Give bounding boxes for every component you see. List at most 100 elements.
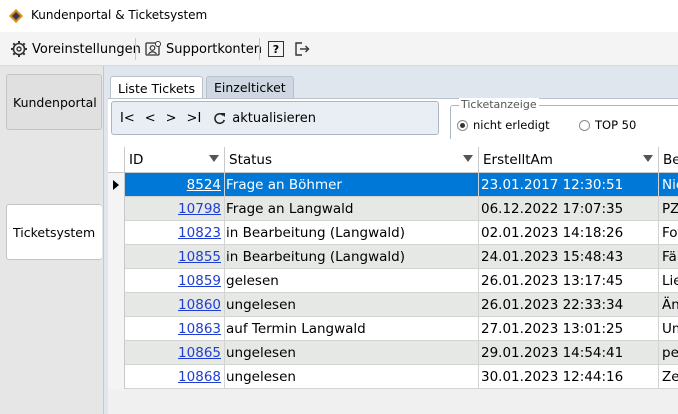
first-record-button[interactable]: I< — [120, 111, 135, 126]
sidebar: Kundenportal Ticketsystem — [0, 66, 104, 414]
refresh-icon — [214, 112, 226, 124]
created-cell: 27.01.2023 13:01:25 — [479, 317, 659, 341]
ticket-id-link[interactable]: 10863 — [178, 321, 221, 337]
table-row[interactable]: 10859 gelesen 26.01.2023 13:17:45 Lie — [125, 269, 678, 293]
ticket-id-link[interactable]: 10868 — [178, 369, 221, 385]
bet-cell: Fot — [659, 221, 678, 245]
ticket-id-link[interactable]: 10860 — [178, 297, 221, 313]
ticket-id-link[interactable]: 10823 — [178, 225, 221, 241]
current-row-pointer-icon — [113, 180, 119, 190]
radio-selected-icon — [457, 119, 468, 131]
logout-icon — [295, 42, 310, 56]
tab-liste-tickets[interactable]: Liste Tickets — [110, 76, 204, 99]
settings-button[interactable]: Voreinstellungen — [8, 36, 143, 62]
table-row[interactable]: 10823 in Bearbeitung (Langwald) 02.01.20… — [125, 221, 678, 245]
sidebar-item-label: Ticketsystem — [13, 224, 96, 240]
table-row[interactable]: 10865 ungelesen 29.01.2023 14:54:41 per — [125, 341, 678, 365]
column-header-erstelltam[interactable]: ErstelltAm — [479, 147, 659, 173]
app-window: Kundenportal & Ticketsystem Voreinstellu… — [0, 0, 678, 414]
toolbar-divider — [135, 38, 136, 60]
table-row[interactable]: 10860 ungelesen 26.01.2023 22:33:34 Äne — [125, 293, 678, 317]
next-record-button[interactable]: > — [166, 111, 177, 126]
logout-button[interactable] — [291, 36, 313, 62]
created-cell: 29.01.2023 14:54:41 — [479, 341, 659, 365]
sidebar-item-kundenportal[interactable]: Kundenportal — [6, 74, 102, 130]
support-accounts-icon — [145, 41, 161, 56]
ticket-table: ID Status ErstelltAm Bet — [108, 147, 678, 414]
table-row[interactable]: 10855 in Bearbeitung (Langwald) 24.01.20… — [125, 245, 678, 269]
table-row[interactable]: 10798 Frage an Langwald 06.12.2022 17:07… — [125, 197, 678, 221]
tab-einzelticket[interactable]: Einzelticket — [206, 76, 294, 98]
radio-nicht-erledigt[interactable]: nicht erledigt — [457, 118, 550, 132]
bet-cell: Fäll — [659, 245, 678, 269]
row-header-corner — [108, 147, 125, 173]
ticketanzeige-group: Ticketanzeige nicht erledigt TOP 50 — [450, 98, 678, 139]
status-cell: gelesen — [225, 269, 479, 293]
toolbar: Voreinstellungen Supportkonten ? — [0, 32, 678, 66]
status-cell: in Bearbeitung (Langwald) — [225, 221, 479, 245]
created-cell: 26.01.2023 22:33:34 — [479, 293, 659, 317]
created-cell: 02.01.2023 14:18:26 — [479, 221, 659, 245]
created-cell: 23.01.2017 12:30:51 — [479, 173, 659, 197]
help-icon: ? — [268, 41, 284, 57]
tab-panel: I< < > >I aktualisieren Ticketanzeige ni… — [108, 98, 678, 414]
tab-strip: Liste Tickets Einzelticket — [110, 76, 294, 99]
column-header-id[interactable]: ID — [125, 147, 225, 173]
toolbar-divider — [259, 38, 260, 60]
created-cell: 30.01.2023 12:44:16 — [479, 365, 659, 389]
ticket-id-link[interactable]: 8524 — [187, 177, 221, 193]
table-header: ID Status ErstelltAm Bet — [108, 147, 678, 173]
filter-icon[interactable] — [643, 155, 653, 162]
window-title: Kundenportal & Ticketsystem — [31, 8, 208, 22]
bet-cell: PZl — [659, 197, 678, 221]
column-header-status[interactable]: Status — [225, 147, 479, 173]
ticket-id-link[interactable]: 10865 — [178, 345, 221, 361]
status-cell: Frage an Langwald — [225, 197, 479, 221]
status-cell: ungelesen — [225, 365, 479, 389]
radio-top-50[interactable]: TOP 50 — [579, 118, 636, 132]
prev-record-button[interactable]: < — [145, 111, 156, 126]
sidebar-item-ticketsystem[interactable]: Ticketsystem — [6, 204, 102, 260]
row-header-column — [108, 173, 125, 389]
radio-label: nicht erledigt — [473, 118, 550, 132]
bet-cell: Lie — [659, 269, 678, 293]
radio-unselected-icon — [579, 119, 590, 131]
help-button[interactable]: ? — [266, 36, 286, 62]
ticket-id-link[interactable]: 10859 — [178, 273, 221, 289]
support-accounts-label: Supportkonten — [166, 41, 262, 57]
ticketanzeige-legend: Ticketanzeige — [459, 98, 539, 111]
bet-cell: per — [659, 341, 678, 365]
ticket-id-link[interactable]: 10798 — [178, 201, 221, 217]
settings-label: Voreinstellungen — [32, 41, 141, 57]
filter-icon[interactable] — [209, 155, 219, 162]
status-cell: in Bearbeitung (Langwald) — [225, 245, 479, 269]
bet-cell: Äne — [659, 293, 678, 317]
column-header-bet[interactable]: Bet — [659, 147, 678, 173]
created-cell: 06.12.2022 17:07:35 — [479, 197, 659, 221]
bet-cell: Zei — [659, 365, 678, 389]
status-cell: ungelesen — [225, 293, 479, 317]
title-bar: Kundenportal & Ticketsystem — [0, 0, 678, 32]
filter-icon[interactable] — [463, 155, 473, 162]
status-cell: ungelesen — [225, 341, 479, 365]
status-cell: auf Termin Langwald — [225, 317, 479, 341]
sidebar-item-label: Kundenportal — [13, 94, 97, 110]
app-logo-icon — [9, 9, 23, 23]
last-record-button[interactable]: >I — [187, 111, 202, 126]
created-cell: 26.01.2023 13:17:45 — [479, 269, 659, 293]
main-content: Liste Tickets Einzelticket I< < > >I akt… — [104, 66, 678, 414]
created-cell: 24.01.2023 15:48:43 — [479, 245, 659, 269]
bet-cell: Nic — [659, 173, 678, 197]
table-row[interactable]: 10863 auf Termin Langwald 27.01.2023 13:… — [125, 317, 678, 341]
bet-cell: Um — [659, 317, 678, 341]
table-row[interactable]: 10868 ungelesen 30.01.2023 12:44:16 Zei — [125, 365, 678, 389]
support-accounts-button[interactable]: Supportkonten — [142, 36, 264, 62]
table-row[interactable]: 8524 Frage an Böhmer 23.01.2017 12:30:51… — [125, 173, 678, 197]
refresh-label: aktualisieren — [232, 110, 316, 126]
refresh-button[interactable]: aktualisieren — [213, 111, 316, 126]
record-navigator: I< < > >I aktualisieren — [111, 101, 439, 135]
status-cell: Frage an Böhmer — [225, 173, 479, 197]
ticket-id-link[interactable]: 10855 — [178, 249, 221, 265]
radio-label: TOP 50 — [595, 118, 637, 132]
gear-icon — [11, 41, 27, 57]
